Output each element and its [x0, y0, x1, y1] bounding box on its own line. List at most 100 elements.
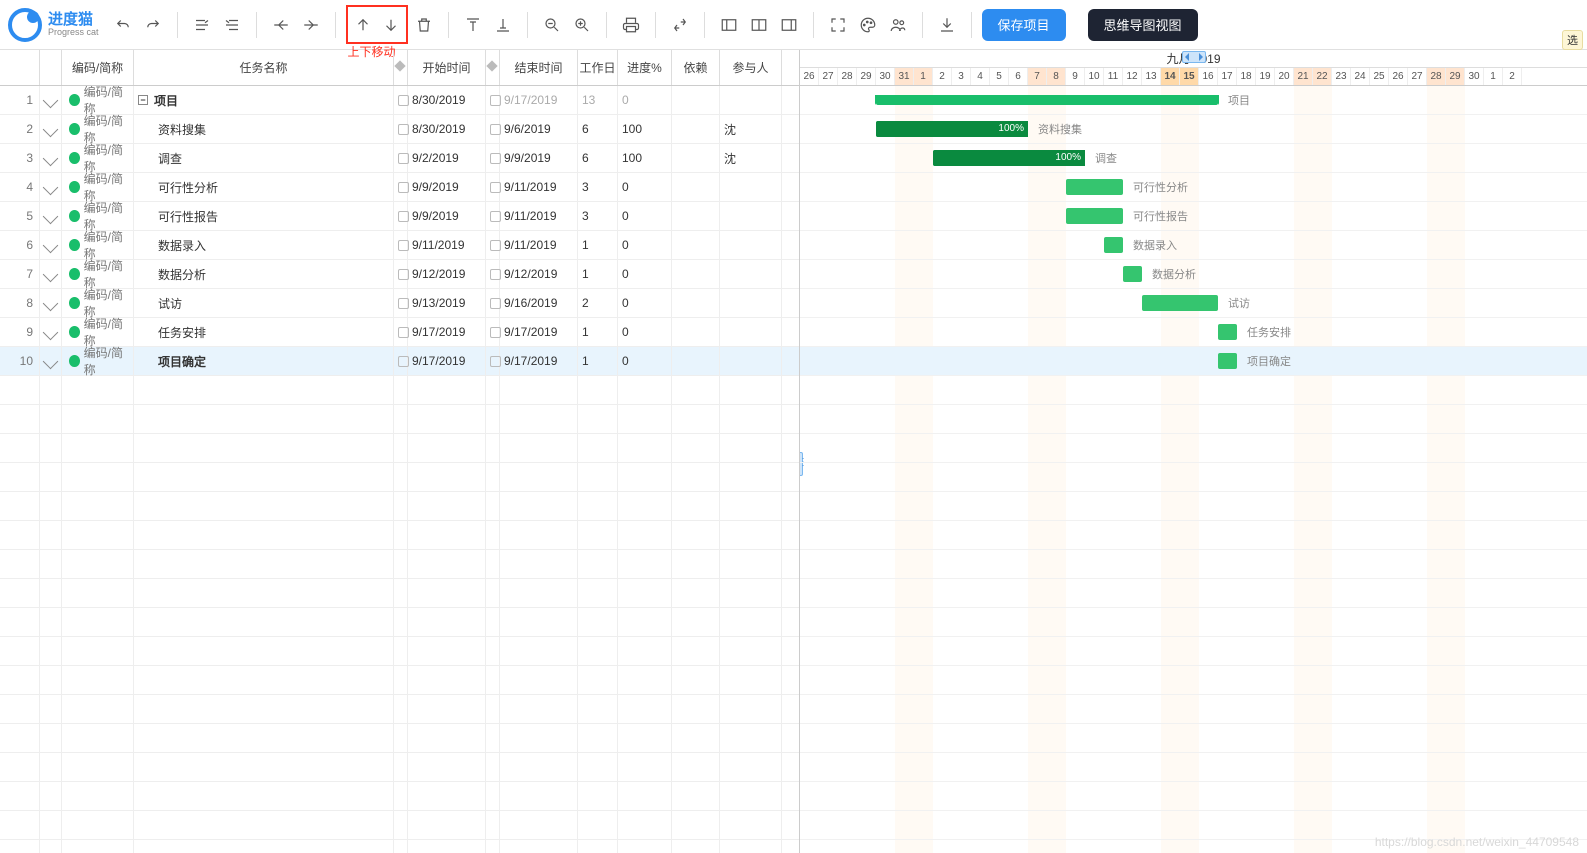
row-people[interactable]: [720, 260, 782, 288]
row-people[interactable]: [720, 173, 782, 201]
row-chk1[interactable]: [394, 86, 408, 114]
gantt-bar[interactable]: [1066, 208, 1123, 224]
row-progress[interactable]: 0: [618, 347, 672, 375]
day-cell[interactable]: 8: [1047, 68, 1066, 85]
row-chk2[interactable]: [486, 318, 500, 346]
row-start[interactable]: 9/13/2019: [408, 289, 486, 317]
row-workdays[interactable]: 3: [578, 202, 618, 230]
row-start[interactable]: 9/17/2019: [408, 318, 486, 346]
row-workdays[interactable]: 3: [578, 173, 618, 201]
row-chk1[interactable]: [394, 318, 408, 346]
users-button[interactable]: [884, 8, 912, 42]
day-cell[interactable]: 31: [895, 68, 914, 85]
row-progress[interactable]: 0: [618, 318, 672, 346]
row-depend[interactable]: [672, 144, 720, 172]
row-code[interactable]: 编码/简称: [62, 260, 134, 288]
row-workdays[interactable]: 6: [578, 115, 618, 143]
row-workdays[interactable]: 1: [578, 231, 618, 259]
row-depend[interactable]: [672, 115, 720, 143]
row-people[interactable]: [720, 231, 782, 259]
row-edit-icon[interactable]: [40, 260, 62, 288]
row-chk1[interactable]: [394, 115, 408, 143]
move-left-button[interactable]: [267, 8, 295, 42]
row-depend[interactable]: [672, 318, 720, 346]
day-cell[interactable]: 29: [857, 68, 876, 85]
row-start[interactable]: 8/30/2019: [408, 115, 486, 143]
row-chk2[interactable]: [486, 289, 500, 317]
day-cell[interactable]: 27: [1408, 68, 1427, 85]
row-workdays[interactable]: 6: [578, 144, 618, 172]
row-workdays[interactable]: 2: [578, 289, 618, 317]
table-row[interactable]: 2编码/简称资料搜集8/30/20199/6/20196100沈: [0, 115, 799, 144]
row-start[interactable]: 9/9/2019: [408, 202, 486, 230]
undo-button[interactable]: [109, 8, 137, 42]
table-row[interactable]: 8编码/简称试访9/13/20199/16/201920: [0, 289, 799, 318]
row-people[interactable]: 沈: [720, 144, 782, 172]
gantt-bar[interactable]: [1123, 266, 1142, 282]
row-chk1[interactable]: [394, 144, 408, 172]
gantt-row[interactable]: 项目: [800, 86, 1587, 115]
table-row[interactable]: 4编码/简称可行性分析9/9/20199/11/201930: [0, 173, 799, 202]
row-start[interactable]: 9/2/2019: [408, 144, 486, 172]
link-button[interactable]: [666, 8, 694, 42]
export-button[interactable]: [933, 8, 961, 42]
gantt-bar[interactable]: [1066, 179, 1123, 195]
table-row[interactable]: 1编码/简称−项目8/30/20199/17/2019130: [0, 86, 799, 115]
table-row[interactable]: 9编码/简称任务安排9/17/20199/17/201910: [0, 318, 799, 347]
day-cell[interactable]: 23: [1332, 68, 1351, 85]
row-code[interactable]: 编码/简称: [62, 144, 134, 172]
row-people[interactable]: [720, 318, 782, 346]
day-cell[interactable]: 28: [1427, 68, 1446, 85]
col-people[interactable]: 参与人: [720, 50, 782, 85]
row-chk2[interactable]: [486, 260, 500, 288]
row-workdays[interactable]: 1: [578, 260, 618, 288]
day-cell[interactable]: 16: [1199, 68, 1218, 85]
row-progress[interactable]: 0: [618, 231, 672, 259]
day-cell[interactable]: 29: [1446, 68, 1465, 85]
row-progress[interactable]: 0: [618, 289, 672, 317]
gantt-row[interactable]: 任务安排: [800, 318, 1587, 347]
row-edit-icon[interactable]: [40, 86, 62, 114]
row-end[interactable]: 9/17/2019: [500, 86, 578, 114]
row-name[interactable]: 任务安排: [134, 318, 394, 346]
zoom-out-button[interactable]: [538, 8, 566, 42]
gantt-bar[interactable]: [1104, 237, 1123, 253]
row-depend[interactable]: [672, 231, 720, 259]
gantt-row[interactable]: 数据录入: [800, 231, 1587, 260]
gantt-row[interactable]: 可行性报告: [800, 202, 1587, 231]
row-people[interactable]: [720, 202, 782, 230]
row-edit-icon[interactable]: [40, 347, 62, 375]
table-row[interactable]: 7编码/简称数据分析9/12/20199/12/201910: [0, 260, 799, 289]
row-name[interactable]: −项目: [134, 86, 394, 114]
day-cell[interactable]: 14: [1161, 68, 1180, 85]
gantt-row[interactable]: 100%资料搜集: [800, 115, 1587, 144]
indent-button[interactable]: [218, 8, 246, 42]
row-chk1[interactable]: [394, 173, 408, 201]
table-row[interactable]: 3编码/简称调查9/2/20199/9/20196100沈: [0, 144, 799, 173]
row-end[interactable]: 9/17/2019: [500, 318, 578, 346]
move-right-button[interactable]: [297, 8, 325, 42]
col-end[interactable]: 结束时间: [500, 50, 578, 85]
row-end[interactable]: 9/11/2019: [500, 231, 578, 259]
gantt-row[interactable]: 试访: [800, 289, 1587, 318]
row-progress[interactable]: 0: [618, 173, 672, 201]
row-chk2[interactable]: [486, 86, 500, 114]
row-name[interactable]: 数据录入: [134, 231, 394, 259]
zoom-in-button[interactable]: [568, 8, 596, 42]
day-cell[interactable]: 12: [1123, 68, 1142, 85]
gantt-bar[interactable]: [1142, 295, 1218, 311]
row-depend[interactable]: [672, 173, 720, 201]
row-name[interactable]: 可行性分析: [134, 173, 394, 201]
day-cell[interactable]: 25: [1370, 68, 1389, 85]
timeline-slider[interactable]: [800, 50, 1587, 58]
day-cell[interactable]: 2: [1503, 68, 1522, 85]
row-edit-icon[interactable]: [40, 173, 62, 201]
select-button[interactable]: 选: [1562, 30, 1583, 50]
gantt-row[interactable]: 数据分析: [800, 260, 1587, 289]
row-depend[interactable]: [672, 202, 720, 230]
save-project-button[interactable]: 保存项目: [982, 9, 1066, 41]
move-down-button[interactable]: [377, 8, 405, 42]
row-chk1[interactable]: [394, 289, 408, 317]
row-progress[interactable]: 100: [618, 115, 672, 143]
row-depend[interactable]: [672, 86, 720, 114]
